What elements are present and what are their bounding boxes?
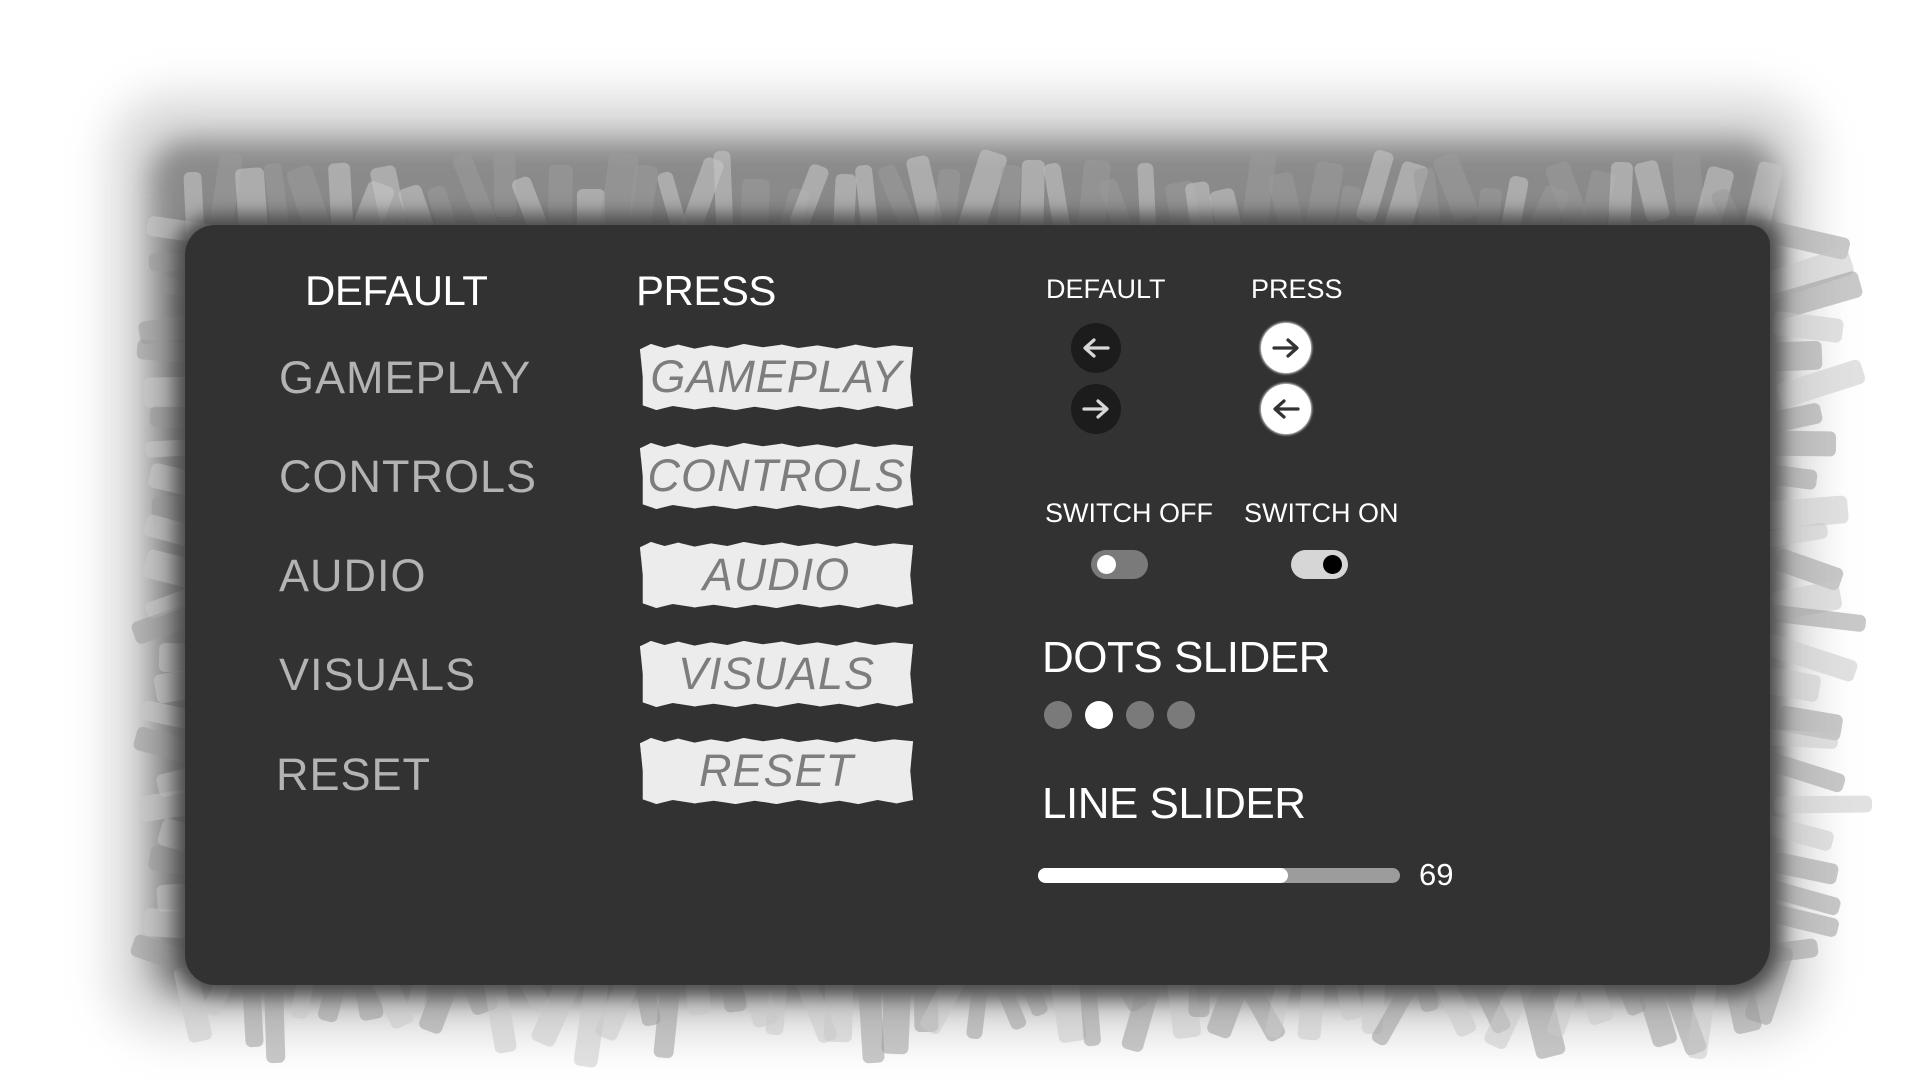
menu-item-reset-pressed[interactable]: RESET <box>640 738 913 804</box>
dot-active[interactable] <box>1085 701 1113 729</box>
line-slider-value: 69 <box>1419 857 1454 892</box>
line-slider-track[interactable] <box>1038 868 1400 883</box>
prev-button-default[interactable] <box>1071 323 1121 373</box>
next-button-default[interactable] <box>1071 384 1121 434</box>
brush-stroke <box>1774 795 1873 814</box>
menu-item-reset[interactable]: RESET <box>276 752 431 797</box>
menu-item-gameplay-pressed[interactable]: GAMEPLAY <box>640 344 913 410</box>
arrows-press-header: PRESS <box>1251 274 1343 304</box>
default-column-header: DEFAULT <box>305 267 488 314</box>
toggle-knob <box>1097 555 1116 574</box>
menu-item-audio[interactable]: AUDIO <box>279 553 427 598</box>
menu-item-controls-pressed[interactable]: CONTROLS <box>640 443 913 509</box>
line-slider-fill <box>1038 868 1288 883</box>
menu-item-audio-pressed[interactable]: AUDIO <box>640 542 913 608</box>
next-button-pressed[interactable] <box>1261 323 1311 373</box>
dot-inactive[interactable] <box>1126 701 1154 729</box>
arrow-right-icon <box>1082 399 1109 419</box>
menu-item-label: AUDIO <box>702 549 851 600</box>
menu-item-label: GAMEPLAY <box>650 351 903 402</box>
menu-item-visuals[interactable]: VISUALS <box>279 652 476 697</box>
menu-item-label: CONTROLS <box>647 450 906 501</box>
switch-on-label: SWITCH ON <box>1244 498 1399 528</box>
line-slider-label: LINE SLIDER <box>1042 779 1306 828</box>
arrow-left-icon <box>1273 399 1300 419</box>
menu-item-visuals-pressed[interactable]: VISUALS <box>640 641 913 707</box>
arrow-right-icon <box>1272 338 1299 358</box>
menu-item-label: RESET <box>698 745 855 796</box>
switch-off-label: SWITCH OFF <box>1045 498 1213 528</box>
toggle-knob <box>1323 555 1342 574</box>
menu-item-label: VISUALS <box>677 648 876 699</box>
arrows-default-header: DEFAULT <box>1046 274 1166 304</box>
settings-panel <box>185 225 1770 985</box>
toggle-switch-off[interactable] <box>1091 550 1148 579</box>
menu-item-gameplay[interactable]: GAMEPLAY <box>279 355 531 400</box>
press-column-header: PRESS <box>636 267 776 314</box>
dot-inactive[interactable] <box>1044 701 1072 729</box>
dots-slider-label: DOTS SLIDER <box>1042 633 1330 682</box>
dot-inactive[interactable] <box>1167 701 1195 729</box>
menu-item-controls[interactable]: CONTROLS <box>279 454 537 499</box>
prev-button-pressed[interactable] <box>1261 384 1311 434</box>
toggle-switch-on[interactable] <box>1291 550 1348 579</box>
arrow-left-icon <box>1083 338 1110 358</box>
